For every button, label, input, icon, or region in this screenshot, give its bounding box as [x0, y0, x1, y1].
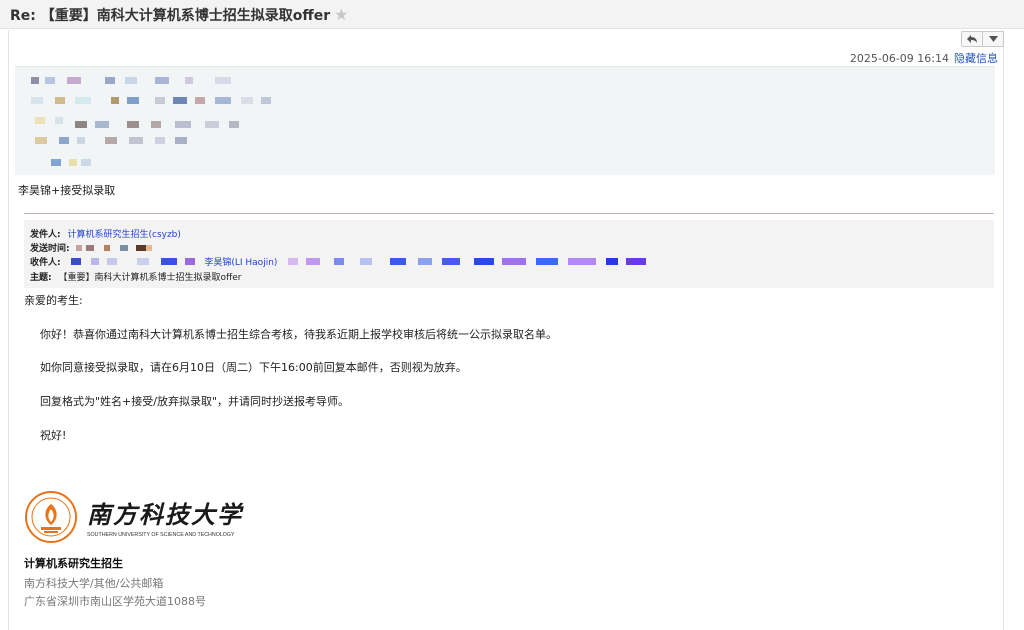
university-seal-icon: [25, 491, 77, 543]
signature-name: 计算机系研究生招生: [24, 557, 123, 570]
reply-text: 李昊锦+接受拟录取: [18, 184, 116, 197]
signature-org: 南方科技大学/其他/公共邮箱: [24, 577, 164, 590]
original-message-info: 发件人: 计算机系研究生招生(csyzb) 发送时间: 收件人: 李昊锦(LI …: [24, 220, 994, 288]
from-label: 发件人:: [30, 230, 61, 240]
signature-address: 广东省深圳市南山区学苑大道1088号: [24, 595, 206, 608]
to-redacted-right: [288, 257, 647, 268]
paragraph-3: 回复格式为"姓名+接受/放弃拟录取"，并请同时抄送报考导师。: [40, 395, 350, 408]
university-logo: 南方科技大学 SOUTHERN UNIVERSITY OF SCIENCE AN…: [25, 490, 245, 552]
reply-icon[interactable]: [962, 32, 982, 46]
to-label: 收件人:: [30, 258, 61, 268]
reply-toolbar: [961, 31, 1004, 47]
email-title-bar: Re: 【重要】南科大计算机系博士招生拟录取offer ★: [0, 0, 1024, 29]
sent-row: 发送时间:: [30, 241, 153, 254]
email-subject-text: Re: 【重要】南科大计算机系博士招生拟录取offer: [10, 8, 331, 24]
paragraph-2: 如你同意接受拟录取，请在6月10日（周二）下午16:00前回复本邮件，否则视为放…: [40, 361, 467, 374]
from-row: 发件人: 计算机系研究生招生(csyzb): [30, 227, 181, 240]
hide-info-link[interactable]: 隐藏信息: [954, 52, 998, 65]
logo-cn-name: 南方科技大学: [87, 500, 244, 529]
star-icon[interactable]: ★: [334, 5, 348, 24]
from-value[interactable]: 计算机系研究生招生(csyzb): [67, 230, 180, 240]
chevron-down-icon[interactable]: [982, 32, 1003, 46]
email-subject: Re: 【重要】南科大计算机系博士招生拟录取offer ★: [10, 5, 348, 25]
to-value[interactable]: 李昊锦(LI Haojin): [204, 258, 277, 268]
sent-label: 发送时间:: [30, 244, 70, 254]
to-redacted-left: [71, 257, 196, 268]
subject-label: 主题:: [30, 273, 52, 283]
subject-value: 【重要】南科大计算机系博士招生拟录取offer: [58, 273, 242, 283]
email-date: 2025-06-09 16:14: [849, 52, 949, 65]
greeting: 亲爱的考生:: [24, 294, 83, 307]
subject-row: 主题: 【重要】南科大计算机系博士招生拟录取offer: [30, 270, 241, 283]
to-row: 收件人: 李昊锦(LI Haojin): [30, 255, 647, 268]
logo-en-name: SOUTHERN UNIVERSITY OF SCIENCE AND TECHN…: [87, 532, 235, 538]
redacted-header-block: [15, 66, 995, 175]
sent-value-redacted: [76, 244, 153, 254]
quote-separator: [24, 213, 994, 214]
closing: 祝好!: [40, 429, 67, 442]
paragraph-1: 你好！恭喜你通过南科大计算机系博士招生综合考核，待我系近期上报学校审核后将统一公…: [40, 328, 557, 341]
email-meta: 2025-06-09 16:14 隐藏信息: [850, 50, 998, 66]
